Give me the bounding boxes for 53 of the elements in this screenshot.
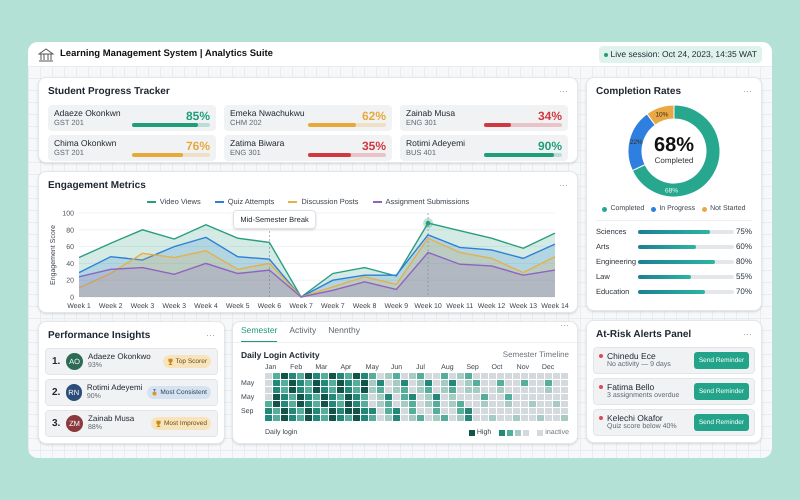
student-name: Adaeze Okonkwn: [54, 108, 121, 119]
card-title: At-Risk Alerts Panel: [596, 328, 692, 342]
student-name: Zainab Musa: [88, 415, 134, 424]
tab[interactable]: Nennthy: [328, 324, 360, 342]
more-menu-button[interactable]: ···: [560, 321, 569, 330]
progress-percent: 76%: [186, 140, 210, 152]
trophy-icon: [155, 420, 162, 427]
department-percent: 60%: [736, 240, 752, 252]
building-logo-icon: [38, 48, 54, 62]
tab[interactable]: Activity: [289, 324, 316, 342]
level-swatches-icon: [499, 430, 532, 436]
rank-number: 3.: [52, 417, 61, 431]
donut-center-label: Completed: [654, 155, 694, 167]
student-name: Zatima Biwara: [230, 138, 284, 149]
department-percent: 75%: [736, 226, 752, 238]
rank-number: 1.: [52, 355, 61, 369]
progress-percent: 90%: [538, 140, 562, 152]
card-title: Engagement Metrics: [48, 179, 146, 193]
student-name: Emeka Nwachukwu: [230, 108, 305, 119]
card-title: Performance Insights: [48, 329, 150, 343]
student-name: Kelechi Okafor: [607, 414, 664, 423]
student-name: Chima Okonkwn: [54, 138, 116, 149]
inactive-swatch-icon: [537, 430, 544, 436]
more-menu-button[interactable]: ···: [559, 181, 568, 190]
high-swatch-icon: [468, 430, 475, 436]
more-menu-button[interactable]: ···: [743, 87, 752, 96]
section-subtitle: Semester Timeline: [502, 349, 569, 362]
department-percent: 55%: [736, 270, 752, 282]
progress-percent: 35%: [362, 140, 386, 152]
tab[interactable]: Semester: [241, 324, 278, 342]
student-name: Rotimi Adeyemi: [406, 138, 466, 149]
app-title: Learning Management System | Analytics Suite: [60, 47, 273, 62]
more-menu-button[interactable]: ···: [559, 87, 568, 96]
student-name: Adaeze Okonkwo: [88, 353, 151, 362]
more-menu-button[interactable]: ···: [743, 330, 752, 339]
more-menu-button[interactable]: ···: [206, 331, 215, 340]
student-name: Rotimi Adeyemi: [86, 384, 142, 393]
medal-icon: [151, 389, 158, 396]
student-name: Fatima Bello: [607, 382, 654, 392]
card-title: Completion Rates: [596, 85, 682, 99]
student-name: Zainab Musa: [406, 108, 456, 119]
progress-percent: 85%: [186, 110, 210, 122]
progress-percent: 62%: [362, 110, 386, 122]
rank-number: 2.: [52, 386, 61, 400]
department-percent: 80%: [736, 256, 752, 268]
live-session-badge: Live session: Oct 24, 2023, 14:35 WAT: [598, 46, 762, 63]
section-title: Daily Login Activity: [241, 349, 320, 362]
trophy-icon: [166, 358, 174, 365]
progress-percent: 34%: [538, 110, 562, 122]
department-percent: 70%: [736, 286, 752, 298]
student-name: Chinedu Ece: [607, 352, 656, 361]
donut-center-value: 68%: [654, 135, 694, 155]
card-title: Student Progress Tracker: [48, 85, 170, 99]
